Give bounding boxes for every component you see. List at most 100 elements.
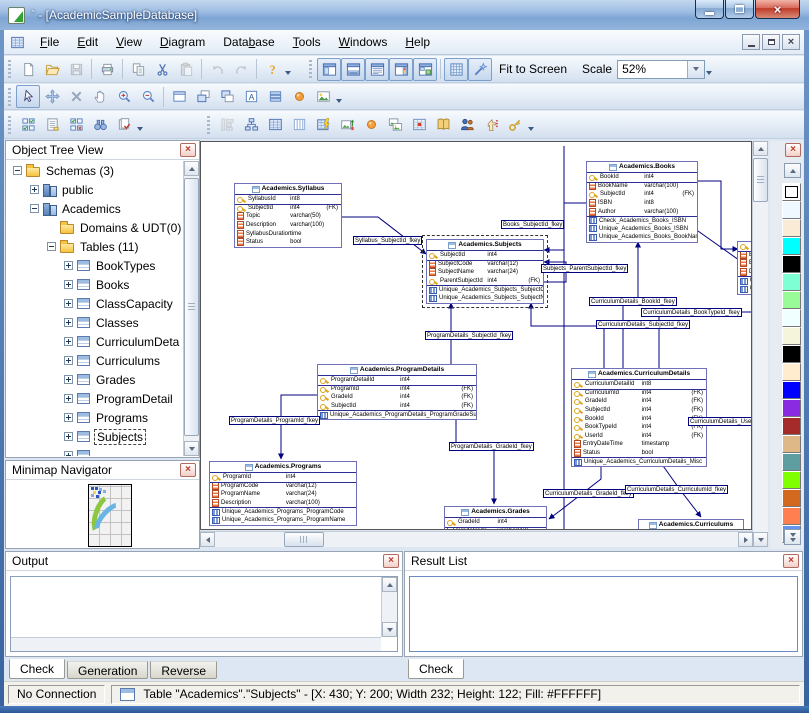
menu-item-diagram[interactable]: Diagram (151, 30, 214, 55)
tree-item-classes[interactable]: Classes (7, 313, 182, 332)
column-row[interactable]: BookIdint4 (587, 173, 697, 182)
scroll-left-button[interactable] (200, 532, 215, 547)
images-button[interactable] (383, 113, 407, 136)
diagram-table-academics-subjects[interactable]: Academics.SubjectsSubjectIdint4SubjectCo… (426, 239, 544, 304)
tree-item-label[interactable]: BookTypes (94, 259, 157, 273)
column-row[interactable]: ProgramDetailIdint4 (318, 376, 476, 385)
column-row[interactable]: Topicvarchar(50) (235, 212, 341, 221)
toggle-tree-panel-button[interactable] (317, 58, 341, 81)
delete-button[interactable] (64, 85, 88, 108)
image-export-button[interactable] (335, 113, 359, 136)
minimap-thumbnail[interactable] (88, 484, 132, 547)
relation-label[interactable]: Books_SubjectId_fkey (501, 220, 564, 229)
table-title[interactable]: Academics.ProgramDetails (318, 365, 476, 376)
hand-hint-button[interactable] (479, 113, 503, 136)
tab-reverse[interactable]: Reverse (150, 661, 217, 679)
tree-item-domains-udt-0-[interactable]: Domains & UDT(0) (7, 218, 182, 237)
index-row[interactable]: Unique_Academics_CurriculumDetails_Misc (572, 457, 706, 466)
fit-to-screen-button[interactable]: Fit to Screen (492, 62, 574, 76)
index-row[interactable]: Unique_Academics_Subjects_SubjectCode (427, 285, 543, 294)
color-swatch[interactable] (782, 363, 801, 381)
index-row[interactable]: Unique_ (738, 276, 752, 285)
diagram-table-fragment[interactable]: BookTyBookTyBookTyDescripUnique_Unique_ (737, 241, 752, 295)
tree-item-label[interactable]: ClassCapacity (94, 297, 175, 311)
diagram-table-academics-curriculums[interactable]: Academics.Curriculums (638, 519, 744, 530)
table-title[interactable]: Academics.Programs (210, 462, 356, 473)
scroll-down-button[interactable] (184, 441, 199, 456)
mdi-close-button[interactable]: × (782, 34, 800, 50)
expand-icon[interactable] (64, 413, 73, 422)
relation-label[interactable]: ProgramDetails_SubjectId_fkey (425, 331, 513, 340)
check-objects-button[interactable] (16, 113, 40, 136)
tree-item-books[interactable]: Books (7, 275, 182, 294)
column-row[interactable]: GradeCodevarchar(12) (445, 527, 546, 530)
copy-button[interactable] (126, 58, 150, 81)
relation-label[interactable]: ProgramDetails_GradeId_fkey (449, 442, 534, 451)
toggle-minimap-panel-button[interactable] (413, 58, 437, 81)
scroll-up-button[interactable] (753, 141, 768, 156)
index-row[interactable]: Unique_Academics_Programs_ProgramName (210, 516, 356, 525)
expand-icon[interactable] (64, 356, 73, 365)
column-row[interactable]: BookTy (738, 251, 752, 260)
pointer-wand-button[interactable] (468, 58, 492, 81)
relation-label[interactable]: CurriculumDetails_GradeId_fkey (543, 489, 634, 498)
column-row[interactable]: BookNamevarchar(100) (587, 182, 697, 191)
menu-item-help[interactable]: Help (396, 30, 439, 55)
scroll-down-button[interactable] (382, 622, 397, 637)
relation-label[interactable]: CurriculumDetails_CurriculumId_fkey (625, 485, 728, 494)
tree-item-label[interactable]: Academics (60, 202, 123, 216)
minimap-close-button[interactable]: × (180, 463, 196, 477)
relation-label[interactable]: CurriculumDetails_BookId_fkey (589, 297, 677, 306)
tree-item-curriculumdeta[interactable]: CurriculumDeta (7, 332, 182, 351)
expand-icon[interactable] (64, 337, 73, 346)
tree-item-schemas-3-[interactable]: Schemas (3) (7, 161, 182, 180)
menu-item-database[interactable]: Database (214, 30, 283, 55)
table-target-button[interactable] (407, 113, 431, 136)
expand-icon[interactable] (64, 394, 73, 403)
result-close-button[interactable]: × (783, 554, 799, 568)
output-vertical-scrollbar[interactable] (381, 577, 397, 637)
column-row[interactable]: SubjectIdint4(FK) (235, 204, 341, 213)
palette-collapse-button[interactable] (784, 163, 801, 178)
index-row[interactable]: Unique_Academics_Books_BookName (587, 233, 697, 242)
column-row[interactable]: ProgramIdint4 (210, 473, 356, 482)
zoom-in-button[interactable] (112, 85, 136, 108)
column-row[interactable]: ParentSubjectIdint4(FK) (427, 277, 543, 286)
table-columns-button[interactable] (287, 113, 311, 136)
table-title[interactable]: Academics.Books (587, 162, 697, 173)
tree-item-label[interactable]: Programs (94, 411, 150, 425)
color-swatch[interactable] (782, 345, 801, 363)
send-to-back-button[interactable] (215, 85, 239, 108)
point-marker-button[interactable] (287, 85, 311, 108)
text-note-button[interactable]: A (239, 85, 263, 108)
column-row[interactable]: Statusbool (572, 449, 706, 458)
expand-icon[interactable] (30, 185, 39, 194)
diagram-table-academics-books[interactable]: Academics.BooksBookIdint4BookNamevarchar… (586, 161, 698, 243)
mdi-document-icon[interactable] (10, 35, 25, 50)
dropdown-caret[interactable] (336, 99, 342, 103)
scale-combobox[interactable]: 52% (617, 60, 705, 79)
tab-generation[interactable]: Generation (67, 661, 148, 679)
table-title[interactable]: Academics.Syllabus (235, 184, 341, 195)
help-button[interactable]: ? (260, 58, 284, 81)
output-text-area[interactable] (10, 576, 398, 652)
scroll-right-button[interactable] (738, 532, 753, 547)
tree-item-label[interactable]: Schemas (3) (44, 164, 116, 178)
expand-icon[interactable] (64, 280, 73, 289)
menu-item-edit[interactable]: Edit (68, 30, 107, 55)
relation-label[interactable]: CurriculumDetails_UserId_fkey (688, 417, 752, 426)
canvas-vertical-scrollbar[interactable] (752, 141, 768, 547)
menu-item-file[interactable]: File (31, 30, 68, 55)
minimize-button[interactable] (695, 0, 724, 19)
diagram-table-academics-programs[interactable]: Academics.ProgramsProgramIdint4ProgramCo… (209, 461, 357, 526)
scrollbar-thumb[interactable] (184, 178, 199, 436)
column-row[interactable]: CurriculumIdint4(FK) (572, 389, 706, 398)
table-grid-button[interactable] (263, 113, 287, 136)
zoom-out-button[interactable] (136, 85, 160, 108)
mdi-restore-button[interactable] (762, 34, 780, 50)
output-horizontal-scrollbar[interactable] (11, 637, 381, 651)
palette-expand-button[interactable] (784, 529, 801, 545)
column-row[interactable]: ISBNint8 (587, 199, 697, 208)
menu-item-view[interactable]: View (107, 30, 151, 55)
paste-button[interactable] (174, 58, 198, 81)
